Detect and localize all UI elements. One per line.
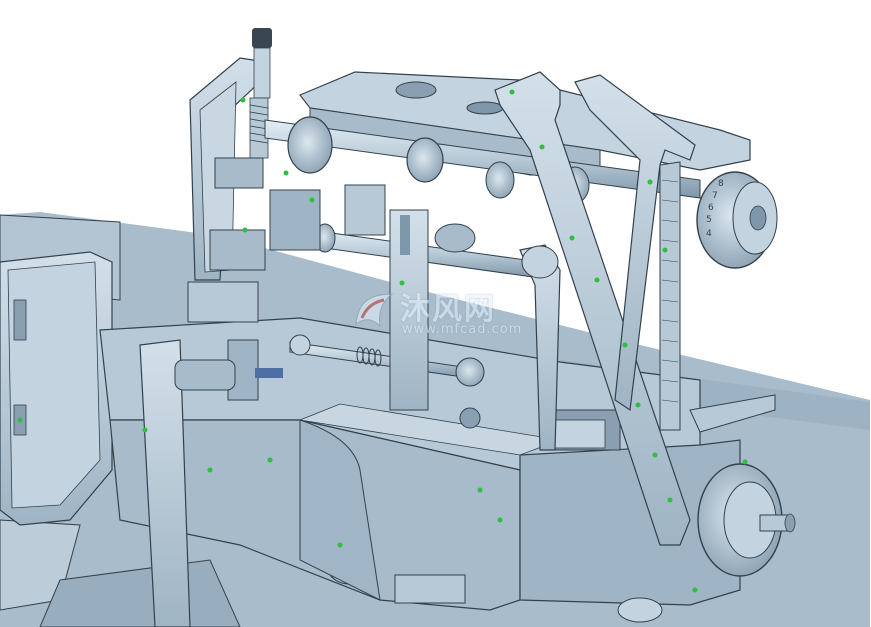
scale-label: 8 bbox=[718, 179, 724, 189]
cad-viewport: 8 7 6 5 4 沐风网 www.mfcad.com bbox=[0, 0, 871, 627]
left-motor-housing bbox=[0, 251, 113, 526]
scale-label: 7 bbox=[712, 191, 718, 201]
mfcad-logo-icon bbox=[355, 293, 394, 328]
scale-label: 6 bbox=[708, 203, 714, 213]
handwheel: 8 7 6 5 4 bbox=[696, 171, 778, 269]
scale-label: 5 bbox=[706, 215, 712, 225]
watermark: 沐风网 www.mfcad.com bbox=[352, 284, 532, 344]
watermark-url: www.mfcad.com bbox=[402, 322, 523, 337]
scale-label: 4 bbox=[706, 229, 712, 239]
